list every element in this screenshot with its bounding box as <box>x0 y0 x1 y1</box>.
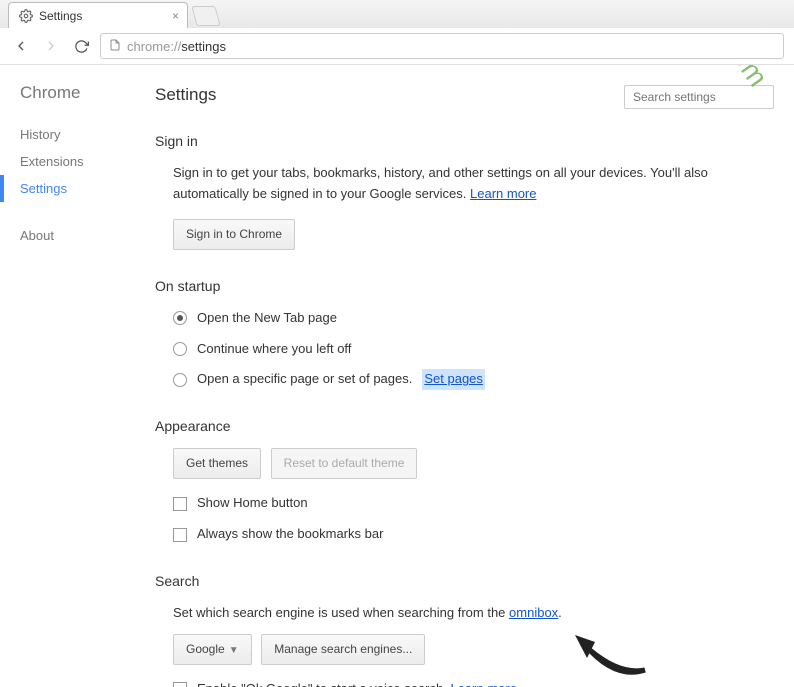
page-title: Settings <box>155 85 216 105</box>
omnibox-link[interactable]: omnibox <box>509 605 558 620</box>
section-signin-title: Sign in <box>155 133 774 149</box>
manage-search-engines-button[interactable]: Manage search engines... <box>261 634 425 665</box>
radio-specific[interactable] <box>173 373 187 387</box>
checkbox-home-button[interactable] <box>173 497 187 511</box>
section-startup-title: On startup <box>155 278 774 294</box>
tab-bar: Settings × <box>0 0 794 28</box>
checkbox-home-label: Show Home button <box>197 493 308 514</box>
radio-specific-label: Open a specific page or set of pages. <box>197 369 412 390</box>
new-tab-button[interactable] <box>191 6 220 26</box>
get-themes-button[interactable]: Get themes <box>173 448 261 479</box>
reload-button[interactable] <box>70 35 92 57</box>
search-description: Set which search engine is used when sea… <box>173 605 509 620</box>
checkbox-ok-google[interactable] <box>173 682 187 687</box>
signin-learn-more-link[interactable]: Learn more <box>470 186 536 201</box>
section-appearance-title: Appearance <box>155 418 774 434</box>
sidebar-item-settings[interactable]: Settings <box>0 175 155 202</box>
page-icon <box>109 39 121 54</box>
search-settings-input[interactable] <box>624 85 774 109</box>
radio-continue[interactable] <box>173 342 187 356</box>
signin-button[interactable]: Sign in to Chrome <box>173 219 295 250</box>
radio-continue-label: Continue where you left off <box>197 339 351 360</box>
sidebar: Chrome History Extensions Settings About <box>0 65 155 687</box>
back-button[interactable] <box>10 35 32 57</box>
chevron-down-icon: ▼ <box>229 645 239 656</box>
checkbox-bookmarks-label: Always show the bookmarks bar <box>197 524 383 545</box>
toolbar: chrome://settings <box>0 28 794 64</box>
sidebar-title: Chrome <box>20 83 155 103</box>
close-icon[interactable]: × <box>172 9 179 23</box>
checkbox-bookmarks-bar[interactable] <box>173 528 187 542</box>
gear-icon <box>19 9 33 23</box>
sidebar-item-history[interactable]: History <box>20 121 155 148</box>
set-pages-link[interactable]: Set pages <box>422 369 485 390</box>
forward-button[interactable] <box>40 35 62 57</box>
search-engine-dropdown[interactable]: Google▼ <box>173 634 252 665</box>
sidebar-item-about[interactable]: About <box>20 222 155 249</box>
url-text: chrome://settings <box>127 39 226 54</box>
tab-title: Settings <box>39 9 82 23</box>
main-content: Settings Sign in Sign in to get your tab… <box>155 65 794 687</box>
reset-theme-button[interactable]: Reset to default theme <box>271 448 418 479</box>
tab-settings[interactable]: Settings × <box>8 2 188 28</box>
signin-description: Sign in to get your tabs, bookmarks, his… <box>173 165 708 201</box>
address-bar[interactable]: chrome://settings <box>100 33 784 59</box>
radio-newtab[interactable] <box>173 311 187 325</box>
ok-google-learn-more-link[interactable]: Learn more <box>450 681 516 687</box>
radio-newtab-label: Open the New Tab page <box>197 308 337 329</box>
section-search-title: Search <box>155 573 774 589</box>
sidebar-item-extensions[interactable]: Extensions <box>20 148 155 175</box>
